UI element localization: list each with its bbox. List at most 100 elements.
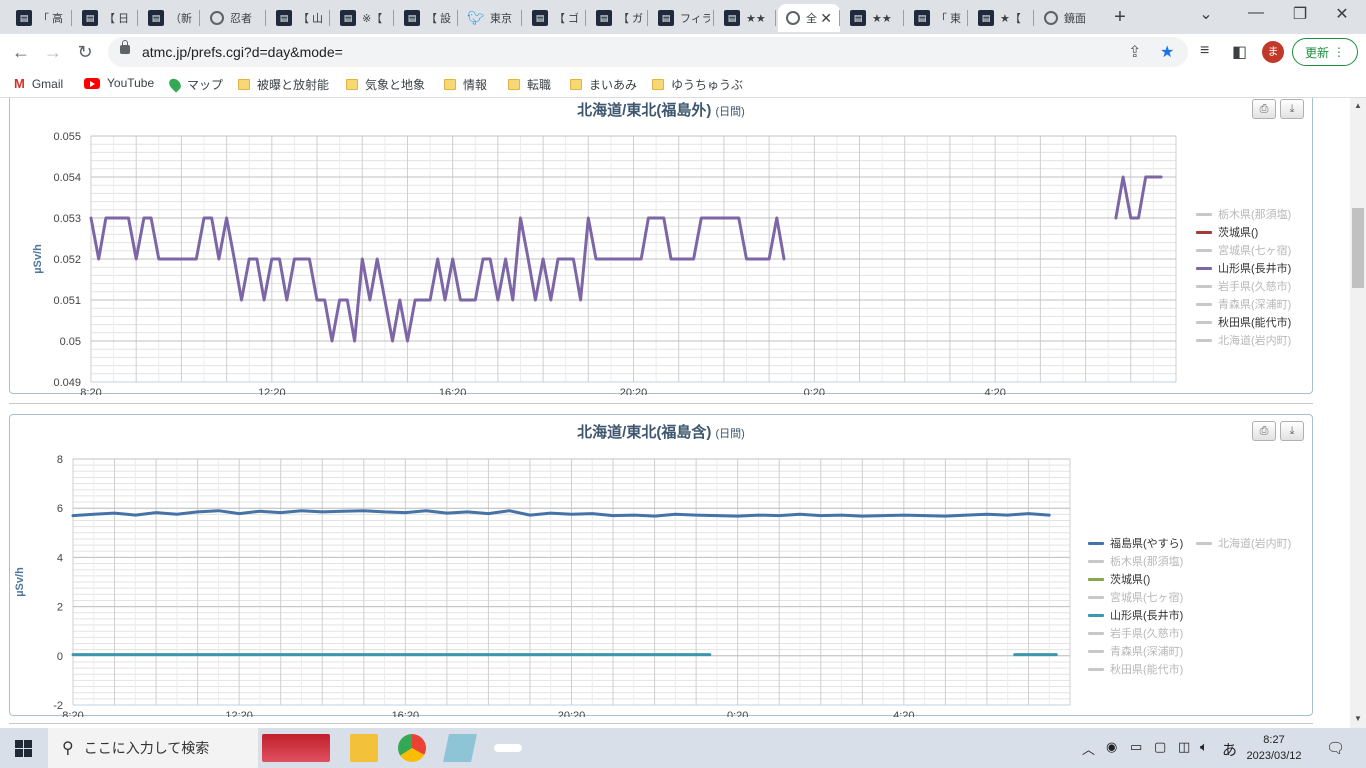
browser-tab[interactable]: ▤ ★★ [716,4,776,32]
bookmark-item[interactable]: 被曝と放射能 [238,76,329,93]
update-button[interactable]: 更新 ⋮ [1292,38,1358,66]
side-panel-icon[interactable]: ◧ [1232,42,1247,62]
legend-item[interactable]: 栃木県(那須塩) [1088,554,1183,568]
browser-tab[interactable]: ▤ 【 ゴ [524,4,584,32]
meet-now-icon[interactable]: ◉ [1106,739,1117,755]
airplane-app-icon[interactable] [494,744,522,752]
y-tick-label: 0.05 [60,336,81,348]
browser-tab[interactable]: ▤ ※【 [332,4,392,32]
browser-tab[interactable]: 忍者 [202,4,262,32]
reload-icon[interactable]: ↻ [74,41,96,63]
legend-item[interactable]: 福島県(やすら) [1088,536,1183,550]
browser-tab[interactable]: ▤ ★【 [970,4,1030,32]
legend-label: 茨城県() [1218,227,1259,239]
new-tab-icon[interactable]: + [1109,6,1131,29]
x-tick-label: 12:20 [225,710,253,717]
legend-label: 秋田県(能代市) [1218,317,1292,329]
scroll-up-icon[interactable]: ▲ [1354,101,1362,110]
browser-tab[interactable]: ▤ 【 ガ [588,4,648,32]
globe-icon [1044,11,1058,25]
legend-item[interactable]: 山形県(長井市) [1088,608,1183,622]
legend-item[interactable]: 山形県(長井市) [1196,261,1291,275]
bookmark-item[interactable]: ゆうちゅうぶ [652,76,743,93]
bookmark-item[interactable]: 気象と地象 [346,76,425,93]
y-tick-label: 0.052 [53,254,81,266]
notepad-icon[interactable] [443,734,477,762]
close-window-icon[interactable]: ✕ [1332,4,1352,24]
piano-app-icon[interactable] [262,734,330,762]
gmail-icon: M [14,76,25,91]
tab-label: ※【 [362,13,383,25]
share-icon[interactable]: ⇪ [1128,42,1141,62]
browser-tab[interactable]: 鏡面 [1036,4,1096,32]
notification-icon[interactable]: 🗨︎ [1326,739,1345,757]
url-text[interactable]: atmc.jp/prefs.cgi?d=day&mode= [142,44,343,60]
back-icon[interactable]: ← [10,41,32,63]
minimize-icon[interactable]: — [1246,4,1266,22]
bookmark-item[interactable]: M Gmail [14,76,63,91]
series-line-0 [1114,175,1163,220]
browser-tab[interactable]: ▤ 【 設 [396,4,456,32]
bookmark-star-icon[interactable]: ★ [1160,42,1174,62]
forward-icon[interactable]: → [42,41,64,63]
lock-icon[interactable] [120,40,130,54]
tab-separator [775,10,776,26]
browser-tab[interactable]: ▤ 「 高 [8,4,68,32]
tab-label: 「 東 [936,13,962,25]
legend-item[interactable]: 茨城県() [1196,225,1258,239]
bookmark-item[interactable]: YouTube [84,76,154,90]
windows-start-icon[interactable] [15,740,32,757]
volume-icon[interactable]: 🔈︎ [1200,739,1208,755]
bookmark-item[interactable]: マップ [166,76,223,93]
file-explorer-icon[interactable] [350,734,378,762]
legend-swatch [1196,320,1212,324]
legend-item[interactable]: 秋田県(能代市) [1088,662,1183,676]
legend-item[interactable]: 北海道(岩内町) [1196,536,1291,550]
legend-item[interactable]: 青森県(深浦町) [1196,297,1291,311]
ime-indicator[interactable]: あ [1222,739,1237,760]
legend-item[interactable]: 青森県(深浦町) [1088,644,1183,658]
bookmark-item[interactable]: まいあみ [570,76,637,93]
legend-item[interactable]: 岩手県(久慈市) [1088,626,1183,640]
tab-label: 忍者 [230,13,252,25]
bookmark-item[interactable]: 転職 [508,76,551,93]
legend-item[interactable]: 岩手県(久慈市) [1196,279,1291,293]
close-tab-icon[interactable]: ✕ [820,10,832,27]
browser-tab[interactable]: ▤ 【 山 [268,4,328,32]
tab-separator [71,10,72,26]
network-icon[interactable]: ▢ [1154,739,1166,755]
tab-search-icon[interactable]: ⌄ [1196,4,1216,24]
legend-item[interactable]: 北海道(岩内町) [1196,333,1291,347]
address-bar[interactable]: atmc.jp/prefs.cgi?d=day&mode= ⇪ ★ [108,37,1188,67]
tray-chevron-icon[interactable]: ︿ [1082,739,1095,758]
series-line-0 [89,216,786,343]
clock[interactable]: 8:27 2023/03/12 [1242,732,1306,764]
bookmark-item[interactable]: 情報 [444,76,487,93]
browser-tab[interactable]: ▤ ★★ [842,4,902,32]
browser-tab[interactable]: ▤ 【 日 [74,4,134,32]
legend-item[interactable]: 茨城県() [1088,572,1150,586]
chrome-icon[interactable] [398,734,426,762]
y-tick-label: 8 [57,454,63,466]
page-scrollbar[interactable]: ▲ ▼ [1350,98,1366,728]
x-tick-label: 4:20 [893,710,914,717]
browser-tab[interactable]: ▤ フィラ [650,4,710,32]
legend-item[interactable]: 宮城県(七ヶ宿) [1196,243,1291,257]
maximize-icon[interactable]: ❐ [1290,4,1310,24]
media-queue-icon[interactable]: ≡ [1200,42,1209,60]
site-icon: ▤ [850,10,866,26]
browser-tab[interactable]: ▤ （新 [140,4,200,32]
legend-item[interactable]: 宮城県(七ヶ宿) [1088,590,1183,604]
display-icon[interactable]: ◫ [1178,739,1190,755]
tab-separator [521,10,522,26]
taskbar-search[interactable]: ⚲ ここに入力して検索 [48,728,258,768]
battery-icon[interactable]: ▭ [1130,739,1142,755]
browser-tab[interactable]: 🐦︎ 東京 [460,4,520,32]
scroll-thumb[interactable] [1352,208,1364,288]
profile-avatar[interactable]: ま [1262,41,1284,63]
scroll-down-icon[interactable]: ▼ [1354,714,1362,723]
legend-item[interactable]: 秋田県(能代市) [1196,315,1291,329]
browser-tab[interactable]: ▤ 「 東 [906,4,966,32]
legend-item[interactable]: 栃木県(那須塩) [1196,207,1291,221]
browser-tab[interactable]: 全 ✕ [778,4,840,32]
